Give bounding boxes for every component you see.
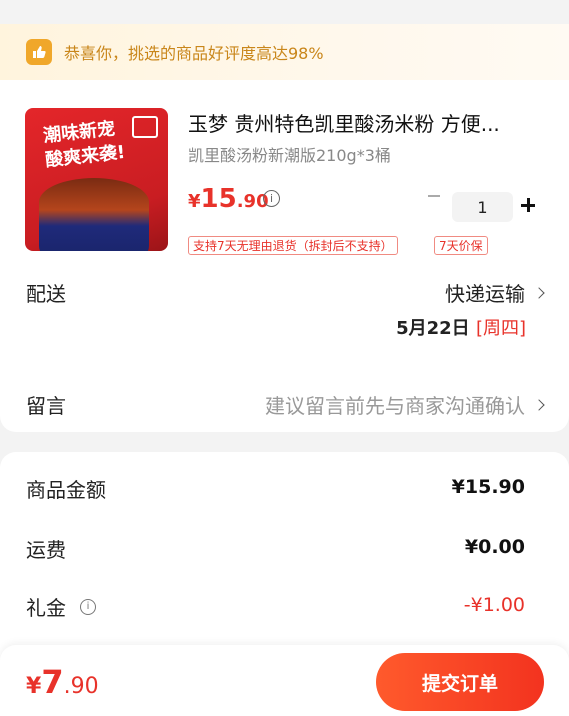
gift-label: 礼金 i [26, 592, 96, 621]
quantity-stepper[interactable]: 1 [452, 192, 513, 222]
return-policy-tag: 支持7天无理由退货（拆封后不支持） [188, 236, 398, 255]
shipping-value: ¥0.00 [464, 536, 525, 558]
chevron-right-icon [533, 286, 545, 299]
goods-amount-value: ¥15.90 [451, 476, 525, 498]
submit-order-button[interactable]: 提交订单 [376, 653, 544, 711]
product-spec[interactable]: 凯里酸汤粉新潮版210g*3桶 [188, 142, 391, 166]
decrease-quantity-button[interactable] [428, 195, 440, 197]
message-input[interactable]: 建议留言前先与商家沟通确认 [265, 390, 545, 419]
gift-value: -¥1.00 [463, 594, 525, 616]
checkout-bar: ¥7.90 提交订单 [0, 645, 569, 716]
order-item-card: 潮味新宠 酸爽来袭! 玉梦 贵州特色凯里酸汤米粉 方便... 凯里酸汤粉新潮版2… [0, 80, 569, 432]
goods-amount-label: 商品金额 [26, 478, 106, 502]
banner-text: 恭喜你，挑选的商品好评度高达98% [64, 44, 324, 63]
product-title[interactable]: 玉梦 贵州特色凯里酸汤米粉 方便... [188, 108, 500, 137]
brand-logo-icon [132, 116, 158, 138]
praise-banner: 恭喜你，挑选的商品好评度高达98% [0, 24, 569, 80]
delivery-method[interactable]: 快递运输 [445, 278, 545, 307]
noodle-cup-graphic [39, 178, 149, 251]
message-label: 留言 [26, 394, 66, 418]
price-summary-card: 商品金额 ¥15.90 运费 ¥0.00 礼金 i -¥1.00 [0, 452, 569, 672]
chevron-right-icon [533, 398, 545, 411]
price-protect-tag: 7天价保 [434, 236, 488, 255]
thumbs-up-icon [26, 39, 52, 65]
product-image[interactable]: 潮味新宠 酸爽来袭! [25, 108, 168, 251]
total-price: ¥7.90 [26, 663, 99, 701]
gift-info-icon[interactable]: i [80, 598, 96, 615]
price-info-icon[interactable]: i [263, 190, 280, 207]
product-price: ¥15.90 [188, 184, 269, 214]
increase-quantity-button[interactable] [521, 198, 535, 212]
shipping-label: 运费 [26, 538, 66, 562]
delivery-date: 5月22日 [周四] [396, 318, 526, 339]
delivery-label: 配送 [26, 282, 66, 306]
